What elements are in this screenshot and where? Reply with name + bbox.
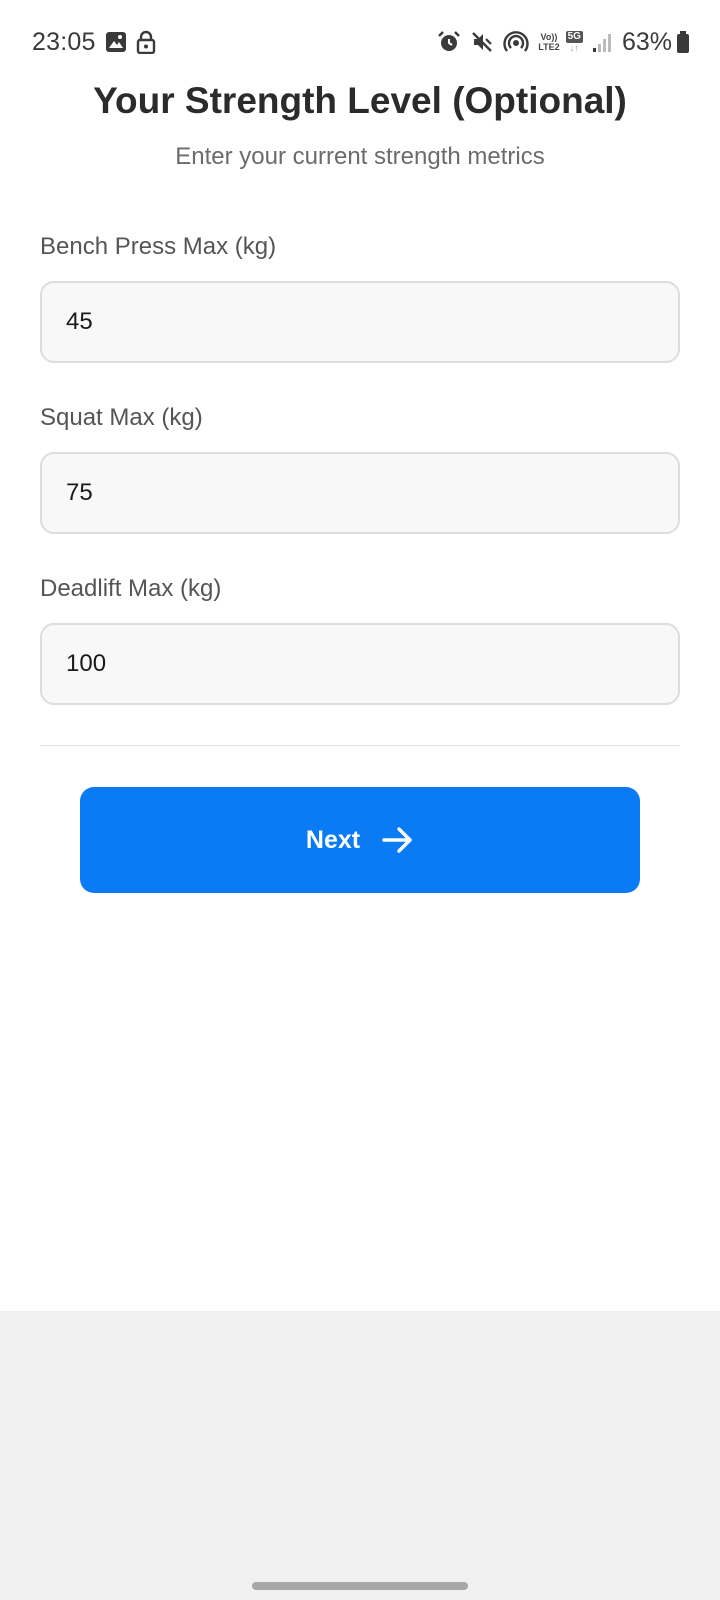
next-button[interactable]: Next — [80, 787, 640, 893]
arrow-right-icon — [382, 826, 414, 854]
battery-icon — [676, 30, 690, 54]
squat-label: Squat Max (kg) — [40, 404, 203, 431]
volte-line2: LTE2 — [538, 42, 560, 52]
status-time: 23:05 — [32, 27, 96, 56]
status-right: Vo)) LTE2 5G ↓↑ 63% — [428, 28, 690, 57]
data-arrows-icon: ↓↑ — [569, 43, 579, 53]
volte-icon: Vo)) LTE2 — [538, 32, 559, 52]
volte-line1: Vo)) — [540, 32, 558, 42]
status-bar: 23:05 Vo)) LTE2 5G ↓↑ 63% — [0, 0, 720, 84]
hotspot-icon — [503, 30, 529, 54]
screen: 23:05 Vo)) LTE2 5G ↓↑ 63% Your Strength … — [0, 0, 720, 1600]
lock-icon — [136, 30, 156, 54]
deadlift-label: Deadlift Max (kg) — [40, 575, 222, 602]
bottom-area — [0, 1311, 720, 1600]
status-left: 23:05 — [32, 28, 156, 57]
bench-press-input[interactable] — [40, 281, 680, 363]
network-type: 5G — [565, 31, 583, 43]
page-title: Your Strength Level (Optional) — [93, 80, 627, 121]
squat-input[interactable] — [40, 452, 680, 534]
next-button-label: Next — [305, 825, 361, 854]
signal-icon — [592, 31, 614, 53]
home-indicator[interactable] — [252, 1582, 468, 1590]
battery-percent: 63% — [621, 27, 672, 56]
deadlift-input[interactable] — [40, 623, 680, 705]
mute-icon — [470, 30, 494, 54]
bench-press-label: Bench Press Max (kg) — [40, 233, 277, 260]
5g-icon: 5G ↓↑ — [565, 31, 583, 53]
gallery-icon — [105, 31, 127, 53]
page-subtitle: Enter your current strength metrics — [175, 143, 545, 170]
divider — [40, 745, 680, 746]
alarm-icon — [437, 30, 461, 54]
